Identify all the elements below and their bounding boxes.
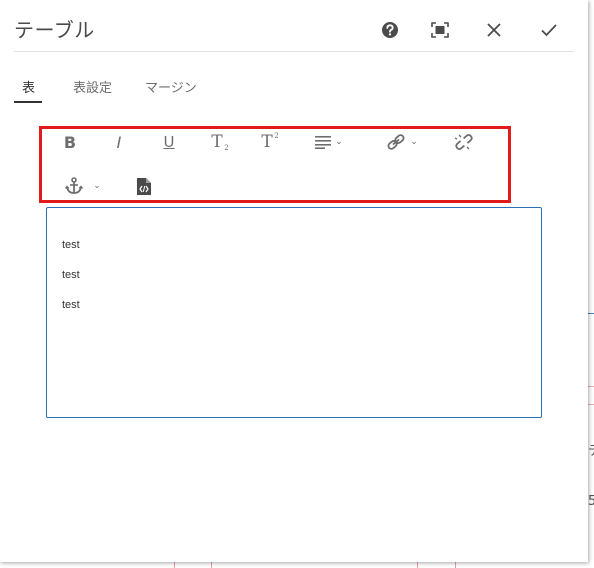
bold-button[interactable]: B	[58, 128, 82, 156]
chevron-down-icon: ⌄	[410, 137, 418, 147]
superscript-icon: T2	[261, 132, 278, 152]
bold-icon: B	[63, 132, 77, 152]
italic-icon: I	[116, 132, 122, 152]
unlink-button[interactable]	[452, 128, 476, 156]
confirm-icon	[541, 24, 557, 37]
background-text: テ	[588, 440, 594, 459]
link-icon	[387, 134, 405, 150]
tab-margin[interactable]: マージン	[145, 77, 197, 96]
anchor-dropdown[interactable]: ⌄	[58, 172, 108, 200]
dialog-title: テーブル	[14, 18, 95, 42]
close-button[interactable]	[480, 16, 508, 44]
underline-button[interactable]: U	[157, 128, 181, 156]
underline-icon: U	[163, 133, 175, 151]
editor-paragraph: test	[62, 269, 80, 281]
background-text: 5	[588, 494, 594, 509]
tab-table-settings[interactable]: 表設定	[73, 77, 112, 96]
align-dropdown[interactable]: ⌄	[305, 128, 353, 156]
tab-table[interactable]: 表	[22, 77, 35, 96]
active-tab-indicator	[14, 101, 42, 103]
help-icon	[382, 22, 398, 38]
subscript-letter: T	[211, 132, 223, 152]
fullscreen-button[interactable]	[426, 16, 454, 44]
italic-button[interactable]: I	[107, 128, 131, 156]
source-code-icon	[137, 177, 151, 195]
editor-paragraph: test	[62, 299, 80, 311]
table-dialog: テーブル 表 表設定 マージン B I U T 2 T 2 ⌄ ⌄ ⌄ test…	[0, 0, 588, 562]
align-icon	[315, 136, 332, 149]
rich-text-editor[interactable]: test test test	[46, 207, 542, 418]
superscript-button[interactable]: T2	[253, 128, 281, 156]
header-divider	[14, 51, 574, 52]
anchor-icon	[65, 177, 84, 194]
chevron-down-icon: ⌄	[335, 137, 343, 147]
editor-paragraph: test	[62, 239, 80, 251]
superscript-letter: T	[261, 132, 273, 152]
fullscreen-icon	[431, 22, 449, 38]
confirm-button[interactable]	[535, 16, 563, 44]
link-dropdown[interactable]: ⌄	[378, 128, 426, 156]
unlink-icon	[454, 134, 473, 150]
source-edit-button[interactable]	[132, 172, 156, 200]
subscript-mark: 2	[224, 144, 229, 152]
chevron-down-icon: ⌄	[93, 181, 101, 191]
subscript-icon: T2	[211, 132, 228, 152]
superscript-mark: 2	[274, 132, 279, 140]
help-button[interactable]	[376, 16, 404, 44]
close-icon	[487, 23, 501, 37]
subscript-button[interactable]: T2	[203, 128, 231, 156]
